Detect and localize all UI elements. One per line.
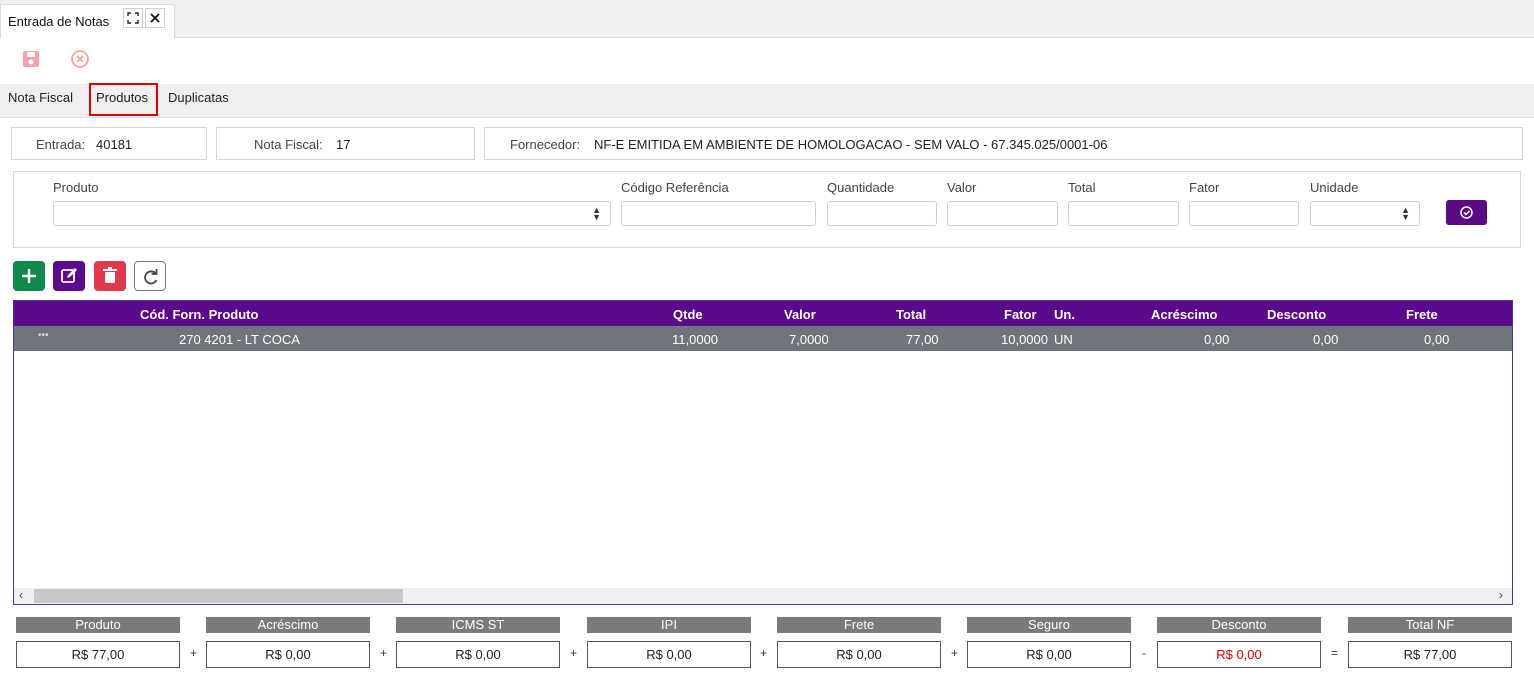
row-menu-icon[interactable]: ••• <box>38 330 49 341</box>
total-label: Total <box>1068 180 1096 195</box>
produto-label: Produto <box>53 180 99 195</box>
total-desconto-value: R$ 0,00 <box>1157 641 1321 668</box>
col-valor[interactable]: Valor <box>784 307 816 322</box>
col-fator[interactable]: Fator <box>1004 307 1037 322</box>
total-seguro-label: Seguro <box>967 617 1131 633</box>
nota-fiscal-label: Nota Fiscal: <box>254 137 323 152</box>
total-nf-value: R$ 77,00 <box>1348 641 1512 668</box>
scroll-left-icon[interactable]: ‹ <box>19 588 23 602</box>
add-button[interactable] <box>13 261 45 291</box>
cell-qtde: 11,0000 <box>672 332 719 347</box>
total-icms-st-label: ICMS ST <box>396 617 560 633</box>
fornecedor-value: NF-E EMITIDA EM AMBIENTE DE HOMOLOGACAO … <box>594 137 1108 152</box>
edit-icon <box>61 268 77 283</box>
operator-plus: + <box>380 646 388 660</box>
codigo-referencia-input[interactable] <box>621 201 816 226</box>
subtab-bar: Nota Fiscal Produtos Duplicatas <box>0 84 1534 118</box>
total-input[interactable] <box>1068 201 1179 226</box>
entrada-label: Entrada: <box>36 137 86 152</box>
unidade-select[interactable]: ▲ ▼ <box>1310 201 1420 226</box>
cell-desconto: 0,00 <box>1313 332 1339 347</box>
save-icon[interactable] <box>20 48 42 70</box>
valor-label: Valor <box>947 180 977 195</box>
valor-input[interactable] <box>947 201 1058 226</box>
fornecedor-box: Fornecedor: NF-E EMITIDA EM AMBIENTE DE … <box>484 127 1523 160</box>
total-frete-value: R$ 0,00 <box>777 641 941 668</box>
fator-input[interactable] <box>1189 201 1299 226</box>
close-icon[interactable] <box>145 8 165 28</box>
tab-title: Entrada de Notas <box>8 14 110 29</box>
tab-duplicatas[interactable]: Duplicatas <box>168 90 229 110</box>
refresh-button[interactable] <box>134 261 166 291</box>
nota-fiscal-box: Nota Fiscal: 17 <box>216 127 475 160</box>
scroll-right-icon[interactable]: › <box>1499 588 1503 602</box>
tab-nota-fiscal[interactable]: Nota Fiscal <box>8 90 73 110</box>
trash-icon <box>103 267 117 283</box>
cell-valor: 7,0000 <box>789 332 829 347</box>
tab-strip <box>0 0 1534 38</box>
delete-button[interactable] <box>94 261 126 291</box>
edit-button[interactable] <box>53 261 85 291</box>
entrada-value: 40181 <box>96 137 133 152</box>
plus-icon <box>22 269 36 283</box>
operator-plus: + <box>760 646 768 660</box>
col-frete[interactable]: Frete <box>1406 307 1438 322</box>
cell-fator: 10,0000 <box>1001 332 1048 347</box>
select-arrows-icon: ▲ ▼ <box>592 205 601 222</box>
codigo-referencia-label: Código Referência <box>621 180 729 195</box>
total-nf-label: Total NF <box>1348 617 1512 633</box>
col-acrescimo[interactable]: Acréscimo <box>1151 307 1217 322</box>
operator-plus: + <box>570 646 578 660</box>
col-total[interactable]: Total <box>896 307 926 322</box>
total-acrescimo-value: R$ 0,00 <box>206 641 370 668</box>
scrollbar-thumb[interactable] <box>34 589 403 603</box>
cell-produto: 270 4201 - LT COCA <box>179 332 300 347</box>
col-un[interactable]: Un. <box>1054 307 1075 322</box>
entrada-box: Entrada: 40181 <box>11 127 207 160</box>
refresh-icon <box>144 269 158 285</box>
operator-plus: + <box>190 646 198 660</box>
quantidade-input[interactable] <box>827 201 937 226</box>
total-produto-value: R$ 77,00 <box>16 641 180 668</box>
cell-un: UN <box>1054 332 1073 347</box>
total-icms-st-value: R$ 0,00 <box>396 641 560 668</box>
expand-icon[interactable] <box>123 8 143 28</box>
fornecedor-label: Fornecedor: <box>510 137 581 152</box>
active-tab-highlight <box>89 83 158 116</box>
operator-equals: = <box>1331 646 1339 660</box>
produto-select[interactable]: ▲ ▼ <box>53 201 611 226</box>
total-desconto-label: Desconto <box>1157 617 1321 633</box>
cell-total: 77,00 <box>906 332 939 347</box>
total-seguro-value: R$ 0,00 <box>967 641 1131 668</box>
total-ipi-label: IPI <box>587 617 751 633</box>
total-produto-label: Produto <box>16 617 180 633</box>
total-frete-label: Frete <box>777 617 941 633</box>
quantidade-label: Quantidade <box>827 180 895 195</box>
unidade-label: Unidade <box>1310 180 1359 195</box>
col-produto[interactable]: Cód. Forn. Produto <box>140 307 258 322</box>
cell-acrescimo: 0,00 <box>1204 332 1230 347</box>
col-desconto[interactable]: Desconto <box>1267 307 1326 322</box>
fator-label: Fator <box>1189 180 1220 195</box>
total-acrescimo-label: Acréscimo <box>206 617 370 633</box>
confirm-button[interactable] <box>1446 200 1487 225</box>
total-ipi-value: R$ 0,00 <box>587 641 751 668</box>
operator-minus: - <box>1142 646 1146 660</box>
col-qtde[interactable]: Qtde <box>673 307 703 322</box>
nota-fiscal-value: 17 <box>336 137 351 152</box>
cancel-circle-icon[interactable] <box>69 48 91 70</box>
select-arrows-icon: ▲ ▼ <box>1401 205 1410 222</box>
cell-frete: 0,00 <box>1424 332 1450 347</box>
operator-plus: + <box>951 646 959 660</box>
